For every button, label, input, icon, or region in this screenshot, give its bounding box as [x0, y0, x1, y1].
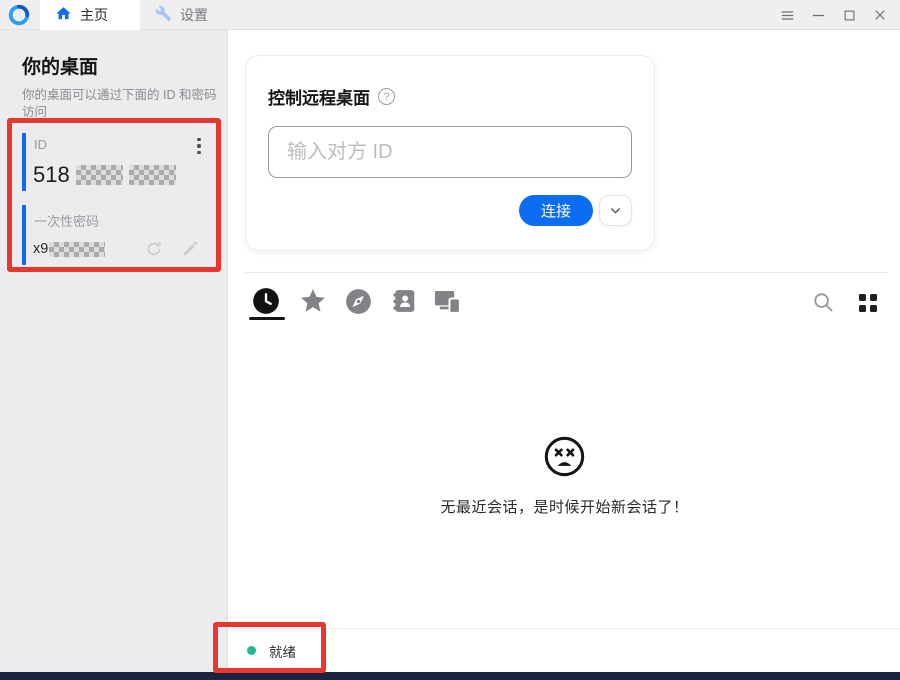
home-icon: [55, 5, 72, 25]
tab-recent-sessions[interactable]: [251, 286, 281, 316]
main-area: 控制远程桌面 ? 连接: [229, 30, 900, 673]
device-id-masked-block: [76, 165, 123, 185]
help-icon[interactable]: ?: [378, 88, 395, 105]
password-prefix: x9: [33, 241, 48, 257]
tab-home[interactable]: 主页: [40, 0, 140, 30]
sidebar-title: 你的桌面: [22, 52, 98, 79]
refresh-password-icon[interactable]: [145, 240, 163, 263]
status-dot-icon: [247, 646, 256, 655]
peer-id-input[interactable]: [268, 126, 632, 178]
id-label: ID: [34, 137, 47, 152]
device-id-value[interactable]: 518: [33, 162, 176, 188]
menu-icon[interactable]: [777, 5, 797, 25]
wrench-icon: [155, 5, 172, 25]
close-icon[interactable]: [870, 5, 890, 25]
device-id-masked-block: [129, 165, 176, 185]
connect-button[interactable]: 连接: [519, 195, 593, 226]
titlebar: 主页 设置: [0, 0, 900, 30]
tab-favorites[interactable]: [298, 286, 328, 316]
edit-password-icon[interactable]: [181, 240, 199, 263]
connect-card-title-text: 控制远程桌面: [268, 84, 370, 109]
lan-devices-icon: [433, 286, 463, 316]
connect-card-title: 控制远程桌面 ?: [268, 84, 395, 109]
device-id-prefix: 518: [33, 162, 70, 188]
address-book-icon: [391, 288, 417, 314]
tab-address-book[interactable]: [389, 286, 419, 316]
empty-state-message: 无最近会话，是时候开始新会话了！: [229, 496, 900, 517]
minimize-icon[interactable]: [808, 5, 828, 25]
window-controls: [777, 0, 900, 30]
tab-home-label: 主页: [80, 5, 108, 25]
clock-icon: [252, 287, 280, 315]
one-time-password-value[interactable]: x9: [33, 241, 105, 257]
sidebar-subtitle: 你的桌面可以通过下面的 ID 和密码访问: [22, 87, 218, 121]
compass-icon: [345, 288, 372, 315]
search-icon[interactable]: [812, 291, 835, 319]
star-icon: [299, 287, 327, 315]
id-accent-bar: [22, 133, 26, 191]
bottom-edge-bar: [0, 672, 900, 680]
tab-settings[interactable]: 设置: [142, 0, 230, 30]
tab-discovered[interactable]: [343, 286, 373, 316]
empty-state: 无最近会话，是时候开始新会话了！: [229, 435, 900, 517]
active-tab-underline: [249, 317, 285, 320]
rustdesk-window: 主页 设置 你的桌面 你的桌面可以通过下面的 ID 和密码访问: [0, 0, 900, 680]
tab-settings-label: 设置: [180, 5, 208, 25]
maximize-icon[interactable]: [839, 5, 859, 25]
one-time-password-label: 一次性密码: [34, 211, 99, 230]
tab-lan-devices[interactable]: [433, 286, 463, 316]
grid-view-icon[interactable]: [859, 294, 877, 312]
password-accent-bar: [22, 205, 26, 265]
chevron-down-icon: [609, 204, 622, 217]
connect-card: 控制远程桌面 ? 连接: [245, 55, 655, 251]
status-bar: 就绪: [229, 628, 900, 672]
sessions-separator: [245, 272, 888, 273]
dizzy-face-icon: [543, 435, 586, 478]
status-text[interactable]: 就绪: [269, 641, 296, 661]
sidebar: 你的桌面 你的桌面可以通过下面的 ID 和密码访问 ID 518 一次性密码 x…: [0, 30, 228, 673]
app-logo-icon: [8, 4, 30, 26]
id-kebab-menu-icon[interactable]: [192, 135, 206, 157]
connect-options-button[interactable]: [599, 195, 632, 226]
password-masked-block: [49, 242, 105, 257]
